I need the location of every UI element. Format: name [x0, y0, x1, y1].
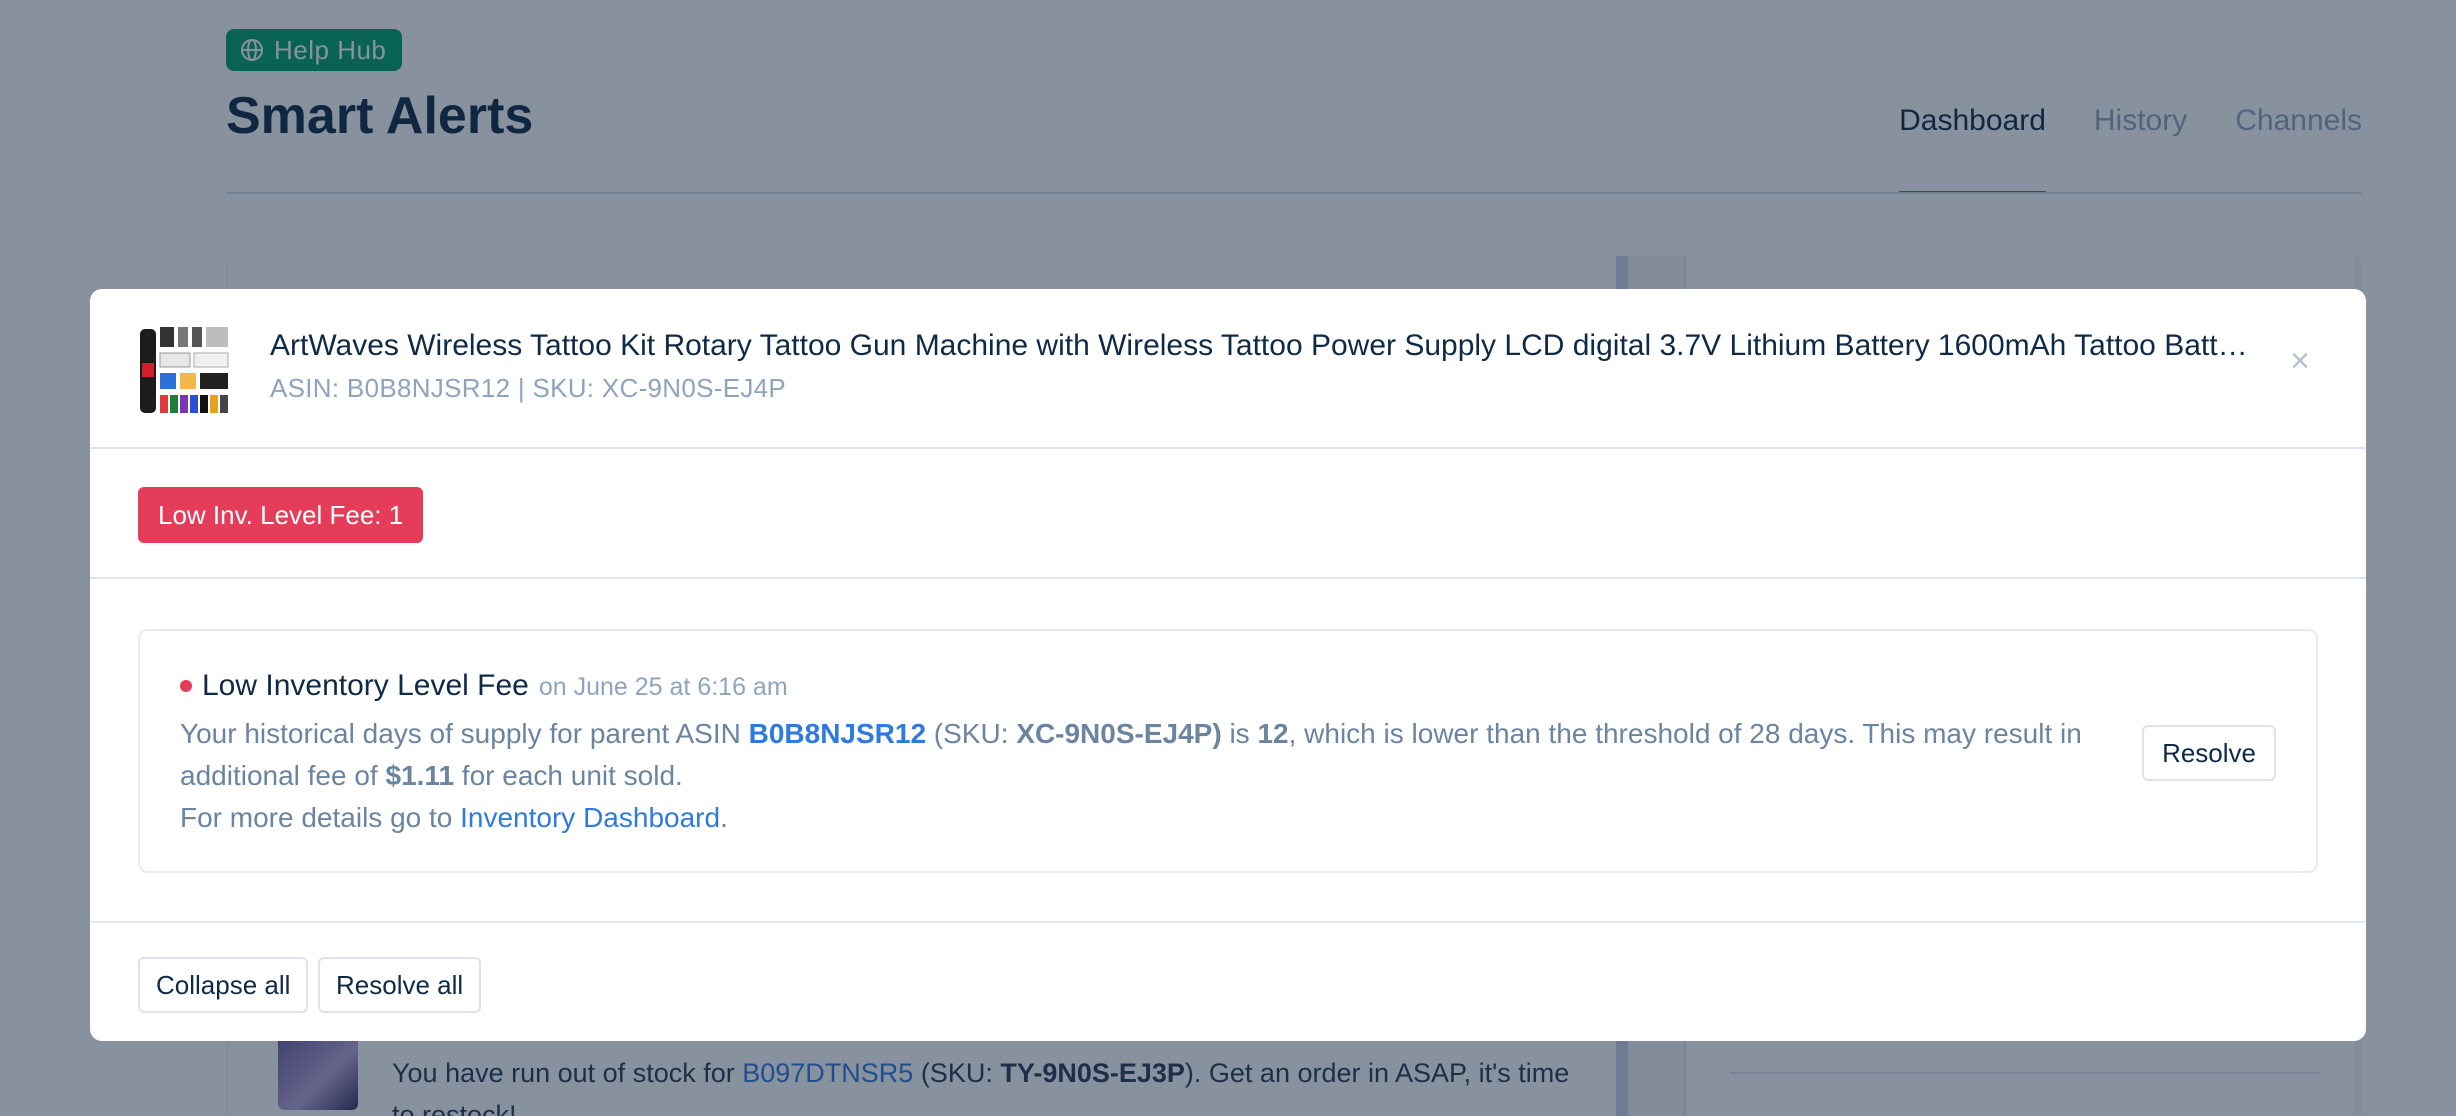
fee-summary-row: Low Inv. Level Fee: 1 — [90, 449, 2366, 579]
alert-fee-value: $1.11 — [385, 760, 455, 791]
alert-asin-link[interactable]: B0B8NJSR12 — [749, 718, 926, 749]
alert-details-post: . — [720, 802, 728, 833]
resolve-all-button[interactable]: Resolve all — [318, 957, 482, 1013]
modal-header: ArtWaves Wireless Tattoo Kit Rotary Tatt… — [90, 289, 2366, 449]
alert-body-5: for each unit sold. — [454, 760, 683, 791]
alert-card: Low Inventory Level Fee on June 25 at 6:… — [138, 629, 2318, 873]
product-image — [136, 323, 232, 415]
alert-detail-modal: ArtWaves Wireless Tattoo Kit Rotary Tatt… — [90, 289, 2366, 1041]
collapse-all-button[interactable]: Collapse all — [138, 957, 309, 1013]
product-title: ArtWaves Wireless Tattoo Kit Rotary Tatt… — [270, 329, 2250, 362]
alert-status-dot-icon — [180, 680, 192, 692]
alert-heading: Low Inventory Level Fee on June 25 at 6:… — [180, 669, 788, 703]
resolve-button[interactable]: Resolve — [2142, 725, 2276, 781]
alert-title: Low Inventory Level Fee — [202, 669, 529, 702]
alert-body-3: is — [1221, 718, 1258, 749]
inventory-dashboard-link[interactable]: Inventory Dashboard — [460, 802, 720, 833]
close-icon[interactable]: × — [2282, 342, 2318, 380]
alert-sku: XC-9N0S-EJ4P) — [1016, 718, 1222, 749]
alert-body-2: (SKU: — [926, 718, 1017, 749]
alert-body-1: Your historical days of supply for paren… — [180, 718, 749, 749]
alert-timestamp: on June 25 at 6:16 am — [538, 673, 788, 701]
alert-details-pre: For more details go to — [180, 802, 461, 833]
fee-count-badge: Low Inv. Level Fee: 1 — [138, 487, 424, 543]
alert-message: Your historical days of supply for paren… — [180, 713, 2110, 839]
modal-footer: Collapse all Resolve all — [90, 921, 2366, 1041]
alert-days-value: 12 — [1257, 718, 1289, 749]
product-identifiers: ASIN: B0B8NJSR12 | SKU: XC-9N0S-EJ4P — [270, 373, 787, 403]
